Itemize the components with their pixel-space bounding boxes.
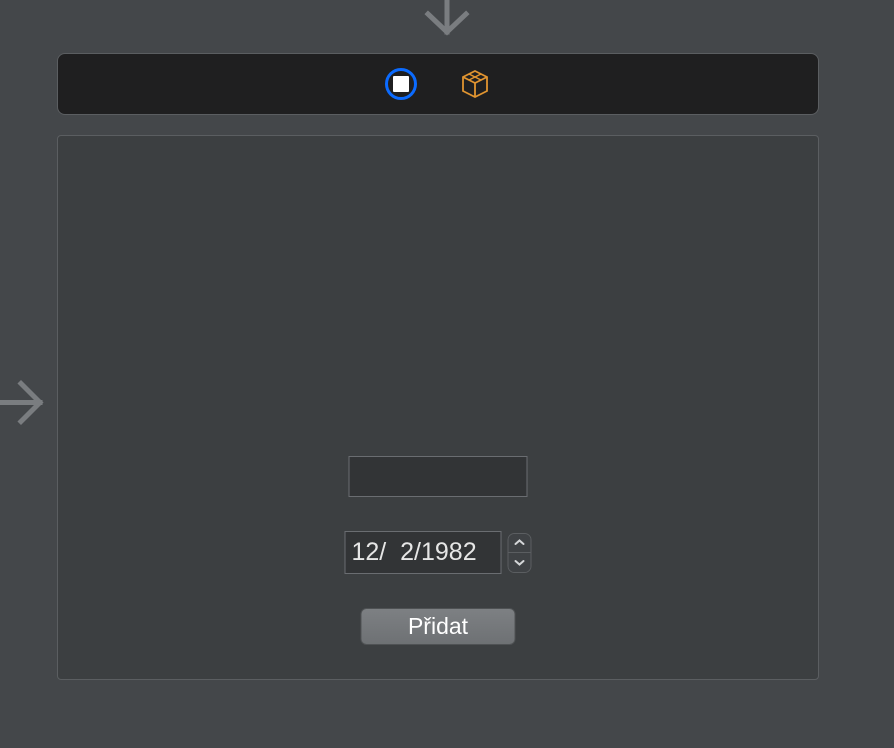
toolbar — [57, 53, 819, 115]
chevron-up-icon — [515, 539, 525, 546]
stepper-up-button[interactable] — [509, 534, 531, 554]
stepper-down-button[interactable] — [509, 553, 531, 572]
date-picker-row: 12/ 2/1982 — [345, 531, 532, 574]
add-button[interactable]: Přidat — [361, 608, 516, 645]
stop-icon — [385, 68, 417, 100]
text-input[interactable] — [349, 456, 528, 497]
chevron-down-icon — [515, 559, 525, 566]
arrow-down-icon — [414, 0, 480, 51]
date-stepper — [508, 533, 532, 573]
box-tool-button[interactable] — [459, 68, 491, 100]
form-panel: 12/ 2/1982 Přidat — [57, 135, 819, 680]
box-3d-icon — [460, 69, 490, 99]
date-input[interactable]: 12/ 2/1982 — [345, 531, 502, 574]
stop-tool-button[interactable] — [385, 68, 417, 100]
arrow-right-icon — [0, 370, 58, 441]
